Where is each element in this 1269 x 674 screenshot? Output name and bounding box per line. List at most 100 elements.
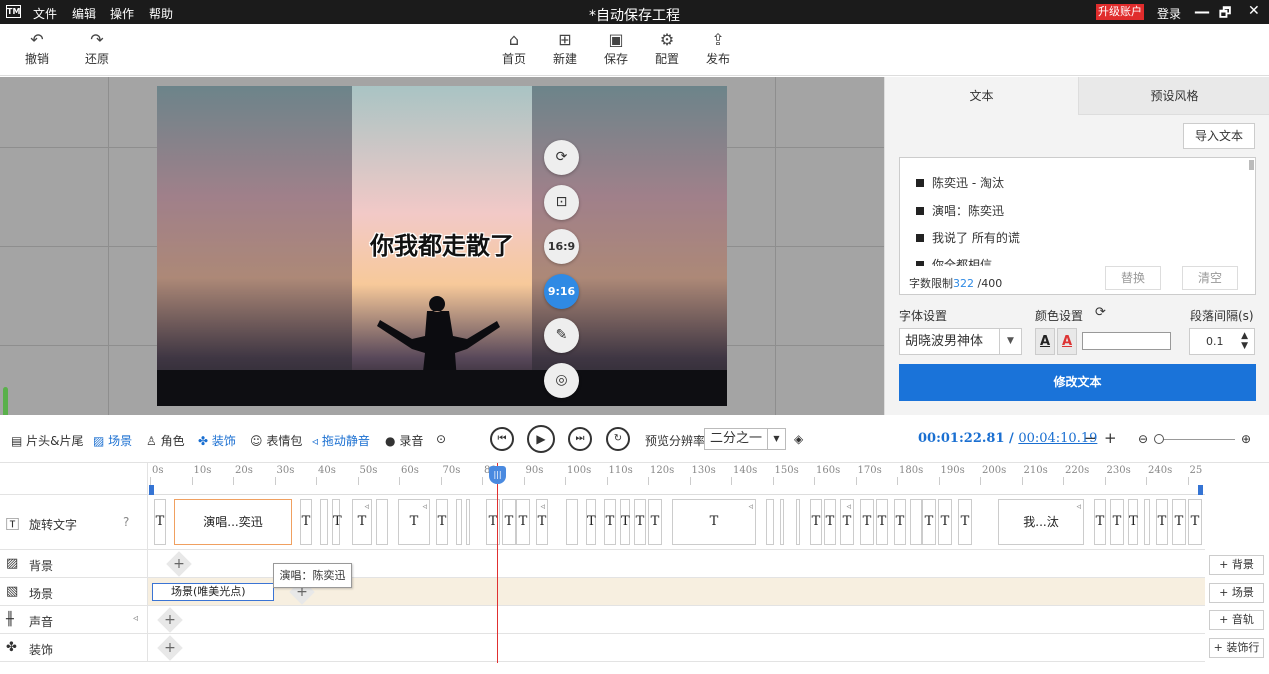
text-clip[interactable]: T: [1128, 499, 1138, 545]
text-clip[interactable]: T: [1188, 499, 1202, 545]
text-clip[interactable]: [466, 499, 470, 545]
zoom-plus-icon[interactable]: +: [1104, 429, 1117, 447]
text-clip[interactable]: [796, 499, 800, 545]
color-swatch[interactable]: [1082, 332, 1171, 350]
text-clip[interactable]: T ◃: [398, 499, 430, 545]
text-clip[interactable]: 我...汰 ◃: [998, 499, 1084, 545]
zoom-minus-icon[interactable]: −: [1084, 429, 1097, 447]
play-icon[interactable]: ▶: [527, 425, 555, 453]
text-clip[interactable]: T: [938, 499, 952, 545]
replay-icon[interactable]: ↻: [606, 427, 630, 451]
text-clip[interactable]: T: [634, 499, 646, 545]
text-clip[interactable]: T: [300, 499, 312, 545]
decor-button[interactable]: ✤ 装饰: [198, 432, 236, 449]
text-color-icon[interactable]: A: [1035, 328, 1055, 355]
unlock-icon[interactable]: ⊡: [544, 185, 579, 220]
help-icon[interactable]: ?: [123, 515, 129, 529]
redo-button[interactable]: ↷ 还原: [77, 30, 117, 67]
text-clip[interactable]: T ◃: [352, 499, 372, 545]
next-icon[interactable]: ⏭: [568, 427, 592, 451]
text-clip[interactable]: [766, 499, 774, 545]
text-clip[interactable]: T: [876, 499, 888, 545]
close-icon[interactable]: ✕: [1248, 3, 1260, 19]
text-clip[interactable]: T: [1172, 499, 1186, 545]
restore-icon[interactable]: 🗗: [1219, 4, 1231, 26]
add-background-button[interactable]: + 背景: [1209, 555, 1264, 575]
playhead[interactable]: [497, 463, 498, 663]
import-text-button[interactable]: 导入文本: [1183, 123, 1255, 149]
menu-edit[interactable]: 编辑: [72, 5, 96, 22]
text-clip[interactable]: [566, 499, 578, 545]
text-clip[interactable]: T: [1156, 499, 1168, 545]
stepper-icon[interactable]: ▲ ▼: [1241, 331, 1248, 351]
text-clip[interactable]: T: [586, 499, 596, 545]
text-clip[interactable]: 演唱...奕迅: [174, 499, 292, 545]
text-clip[interactable]: T ◃: [672, 499, 756, 545]
text-clip[interactable]: [456, 499, 462, 545]
replace-button[interactable]: 替换: [1105, 266, 1161, 290]
add-decor-row-button[interactable]: + 装饰行: [1209, 638, 1264, 658]
ratio-16-9-button[interactable]: 16:9: [544, 229, 579, 264]
text-clip[interactable]: T ◃: [840, 499, 854, 545]
text-clip[interactable]: T: [502, 499, 516, 545]
head-tail-button[interactable]: ▤ 片头&片尾: [11, 432, 84, 449]
scene-button[interactable]: ▨ 场景: [93, 432, 132, 449]
text-clip[interactable]: T: [620, 499, 630, 545]
resolution-select[interactable]: 二分之一 ▼: [704, 428, 786, 450]
tab-text[interactable]: 文本: [885, 77, 1078, 115]
scrollbar[interactable]: [1249, 160, 1254, 170]
text-clip[interactable]: T ◃: [536, 499, 548, 545]
edit-icon[interactable]: ✎: [544, 318, 579, 353]
text-clip[interactable]: [780, 499, 784, 545]
undo-button[interactable]: ↶ 撤销: [17, 30, 57, 67]
minimize-icon[interactable]: —: [1194, 2, 1210, 21]
layers-icon[interactable]: ◈: [794, 432, 803, 446]
scene-clip[interactable]: 场景(唯美光点): [152, 583, 274, 601]
zoom-slider-handle[interactable]: [1154, 434, 1164, 444]
new-button[interactable]: ⊞ 新建: [545, 30, 585, 67]
time-ruler[interactable]: 0s10s20s30s40s50s60s70s80s90s100s110s120…: [148, 463, 1205, 495]
prev-icon[interactable]: ⏮: [490, 427, 514, 451]
zoom-out-icon[interactable]: ⊖: [1138, 432, 1148, 446]
text-clip[interactable]: T: [894, 499, 906, 545]
text-editor[interactable]: 陈奕迅 - 淘汰 演唱：陈奕迅 我说了 所有的谎 你全都相信 字数限制322 /…: [899, 157, 1256, 295]
config-button[interactable]: ⚙ 配置: [647, 30, 687, 67]
video-preview[interactable]: 你我都走散了: [157, 86, 727, 406]
text-clip[interactable]: [1144, 499, 1150, 545]
ratio-9-16-button[interactable]: 9:16: [544, 274, 579, 309]
text-clip[interactable]: T: [154, 499, 166, 545]
text-clip[interactable]: T: [516, 499, 530, 545]
volume-icon[interactable]: ◃: [133, 613, 138, 624]
tab-preset-style[interactable]: 预设风格: [1078, 77, 1269, 115]
add-background-plus[interactable]: +: [166, 551, 192, 577]
publish-button[interactable]: ⇪ 发布: [698, 30, 738, 67]
rotate-icon[interactable]: ⟳: [544, 140, 579, 175]
settings-icon[interactable]: ◎: [544, 363, 579, 398]
text-clip[interactable]: T: [1094, 499, 1106, 545]
text-clip[interactable]: T: [604, 499, 616, 545]
menu-operate[interactable]: 操作: [110, 5, 134, 22]
role-button[interactable]: ♙ 角色: [146, 432, 185, 449]
text-clip[interactable]: T: [810, 499, 822, 545]
text-clip[interactable]: [376, 499, 388, 545]
font-select[interactable]: 胡晓波男神体 ▼: [899, 328, 1022, 355]
add-sound-plus[interactable]: +: [157, 607, 183, 633]
text-clip[interactable]: [910, 499, 922, 545]
playhead-handle[interactable]: |||: [489, 466, 506, 484]
outline-color-icon[interactable]: A: [1057, 328, 1077, 355]
clear-button[interactable]: 清空: [1182, 266, 1238, 290]
more-icon[interactable]: ⊙: [436, 432, 446, 446]
menu-help[interactable]: 帮助: [149, 5, 173, 22]
text-clip[interactable]: T: [922, 499, 936, 545]
lyric-text[interactable]: 你我都走散了: [157, 226, 727, 261]
add-decor-plus[interactable]: +: [157, 635, 183, 661]
interval-stepper[interactable]: 0.1 ▲ ▼: [1189, 328, 1255, 355]
save-button[interactable]: ▣ 保存: [596, 30, 636, 67]
range-start-handle[interactable]: [149, 485, 154, 495]
text-clip[interactable]: T: [648, 499, 662, 545]
drag-mute-button[interactable]: ◃ 拖动静音: [312, 432, 370, 449]
text-clip[interactable]: T: [860, 499, 874, 545]
refresh-icon[interactable]: ⟳: [1095, 305, 1106, 320]
login-link[interactable]: 登录: [1157, 5, 1181, 22]
text-clip[interactable]: [320, 499, 328, 545]
